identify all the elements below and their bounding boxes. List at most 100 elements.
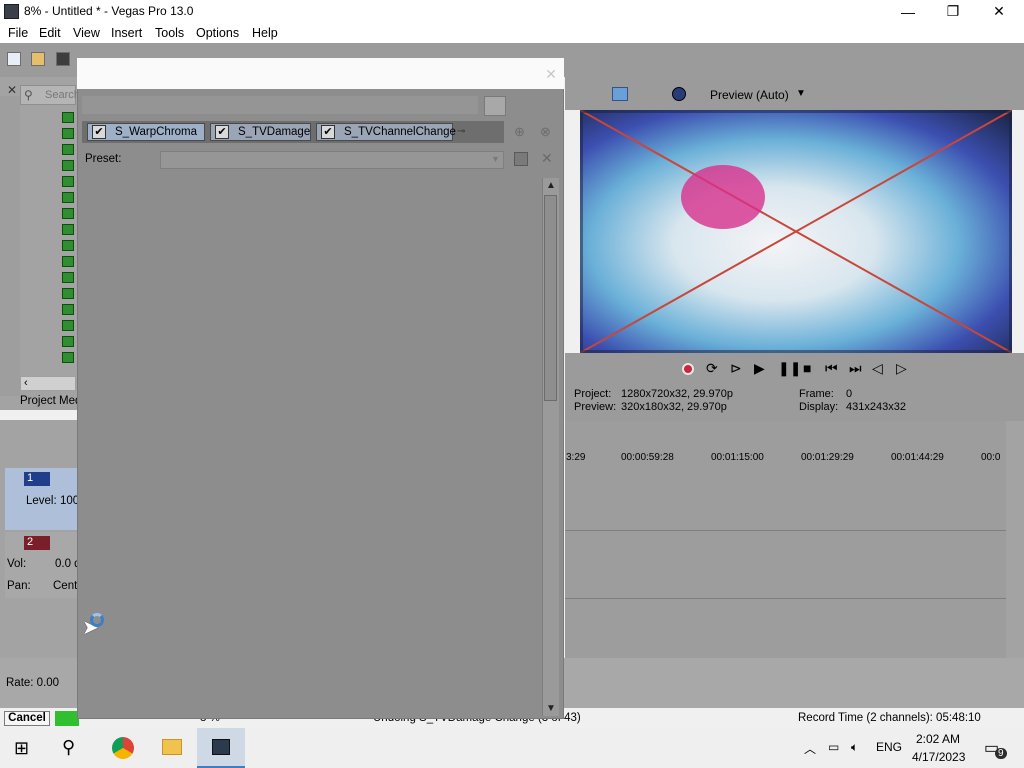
fx-tree-icon[interactable]: [62, 336, 74, 347]
fx-tree-icon[interactable]: [62, 240, 74, 251]
windows-start-icon[interactable]: ⊞: [14, 738, 29, 759]
fx-tree-icon[interactable]: [62, 160, 74, 171]
checkbox-icon[interactable]: ✔: [321, 125, 335, 139]
track-divider: [565, 598, 1006, 599]
open-folder-icon[interactable]: [31, 52, 45, 66]
clock-date[interactable]: 4/17/2023: [912, 750, 965, 764]
play-icon[interactable]: ▶: [754, 360, 765, 377]
new-project-icon[interactable]: [7, 52, 21, 66]
cancel-button[interactable]: Cancel: [4, 711, 50, 726]
menu-options[interactable]: Options: [196, 26, 239, 40]
fx-chain-view-icon[interactable]: [484, 96, 506, 116]
fx-tab-warpchroma[interactable]: ✔ S_WarpChroma: [87, 123, 205, 141]
record-time-text: Record Time (2 channels): 05:48:10: [798, 712, 981, 724]
menu-help[interactable]: Help: [252, 26, 278, 40]
fx-tree-icon[interactable]: [62, 208, 74, 219]
fx-tree-icon[interactable]: [62, 352, 74, 363]
pause-icon[interactable]: ❚❚: [778, 360, 801, 377]
video-preview-frame: [580, 110, 1012, 353]
fx-tree-icon[interactable]: [62, 288, 74, 299]
minimize-button[interactable]: —: [885, 0, 931, 23]
language-indicator[interactable]: ENG: [876, 740, 902, 754]
fx-tree-icon[interactable]: [62, 320, 74, 331]
play-from-start-icon[interactable]: ⊳: [730, 360, 742, 377]
volume-icon[interactable]: 🔈︎: [851, 740, 858, 755]
ruler-label: 00:01:15:00: [711, 452, 764, 463]
delete-preset-icon[interactable]: ✕: [541, 150, 553, 167]
ruler-label: 00:01:44:29: [891, 452, 944, 463]
preview-info-label: Preview:: [574, 401, 617, 413]
menu-tools[interactable]: Tools: [155, 26, 184, 40]
go-to-start-icon[interactable]: ⏮: [825, 360, 838, 377]
go-to-end-icon[interactable]: ⏭: [849, 360, 862, 377]
dialog-scroll-thumb[interactable]: [544, 195, 557, 401]
menu-file[interactable]: File: [8, 26, 28, 40]
fx-tab-label: S_WarpChroma: [115, 126, 198, 138]
fx-tree-icon[interactable]: [62, 176, 74, 187]
scroll-up-arrow-icon[interactable]: ▲: [546, 180, 556, 191]
busy-spinner-icon: [90, 613, 104, 627]
file-explorer-icon[interactable]: [162, 739, 182, 755]
track-pan-label: Pan:: [7, 580, 31, 592]
fx-tab-tvdamage[interactable]: ✔ S_TVDamage: [210, 123, 311, 141]
maximize-button[interactable]: ❐: [930, 0, 976, 23]
fx-tree-icon[interactable]: [62, 128, 74, 139]
track-divider: [565, 530, 1006, 531]
fx-tree-icon[interactable]: [62, 256, 74, 267]
chevron-down-icon[interactable]: ▼: [491, 154, 500, 164]
preview-monitor-icon[interactable]: [612, 87, 628, 101]
next-frame-icon[interactable]: ▷: [896, 360, 907, 377]
fx-remove-plugin-icon[interactable]: ⊗: [540, 124, 551, 140]
record-icon[interactable]: [682, 363, 694, 375]
fx-plugin-chooser-icon[interactable]: ⊕: [514, 124, 525, 140]
dialog-title-bar[interactable]: [77, 58, 564, 89]
stop-icon[interactable]: ■: [803, 360, 811, 376]
clock-time[interactable]: 2:02 AM: [916, 732, 960, 746]
scroll-left-arrow-icon[interactable]: ‹: [24, 377, 28, 389]
fx-tab-tvchannelchange[interactable]: ✔ S_TVChannelChange: [316, 123, 456, 141]
previous-frame-icon[interactable]: ◁: [872, 360, 883, 377]
timeline-vertical-scrollbar[interactable]: [1006, 421, 1024, 658]
tab-project-media[interactable]: Project Med: [20, 395, 81, 407]
panel-close-icon[interactable]: ✕: [7, 83, 17, 97]
menu-insert[interactable]: Insert: [111, 26, 142, 40]
track-pan-value[interactable]: Cent: [53, 580, 77, 592]
checkbox-icon[interactable]: ✔: [215, 125, 229, 139]
fx-tree-icon[interactable]: [62, 192, 74, 203]
notification-count-badge: 9: [995, 748, 1007, 759]
ruler-label: 00:00:59:28: [621, 452, 674, 463]
scroll-down-arrow-icon[interactable]: ▼: [546, 703, 556, 714]
explorer-horizontal-scrollbar[interactable]: [20, 376, 76, 391]
fx-chain-toolbar: [82, 96, 478, 114]
track-vol-label: Vol:: [7, 558, 27, 570]
menu-edit[interactable]: Edit: [39, 26, 61, 40]
network-icon[interactable]: ▭: [828, 740, 839, 754]
dialog-close-icon[interactable]: ✕: [543, 66, 559, 82]
checkbox-icon[interactable]: ✔: [92, 125, 106, 139]
project-info-value: 1280x720x32, 29.970p: [621, 388, 733, 400]
fx-tree-icon[interactable]: [62, 224, 74, 235]
chrome-icon[interactable]: [112, 737, 134, 759]
track-number-1: 1: [24, 472, 50, 486]
close-button[interactable]: ✕: [976, 0, 1022, 23]
rate-readout: Rate: 0.00: [6, 677, 60, 689]
menu-view[interactable]: View: [73, 26, 100, 40]
preview-mode-dropdown[interactable]: Preview (Auto): [710, 88, 789, 102]
save-preset-icon[interactable]: [514, 152, 528, 166]
fx-tree-icon[interactable]: [62, 272, 74, 283]
tray-chevron-up-icon[interactable]: ︿: [804, 740, 816, 757]
fx-tab-label: S_TVDamage: [238, 126, 311, 138]
vegas-app-icon: [4, 4, 19, 19]
loop-icon[interactable]: ⟳: [706, 360, 718, 377]
fx-tree-icon[interactable]: [62, 304, 74, 315]
project-info-label: Project:: [574, 388, 612, 400]
track-number-2: 2: [24, 536, 50, 550]
search-icon[interactable]: ⚲: [62, 737, 75, 758]
preset-dropdown[interactable]: [160, 151, 504, 169]
window-title: 8% - Untitled * - Vegas Pro 13.0: [24, 4, 194, 18]
preview-quality-icon[interactable]: [672, 87, 686, 101]
save-icon[interactable]: [56, 52, 70, 66]
chevron-down-icon[interactable]: ▼: [796, 88, 806, 99]
fx-tree-icon[interactable]: [62, 144, 74, 155]
fx-tree-icon[interactable]: [62, 112, 74, 123]
